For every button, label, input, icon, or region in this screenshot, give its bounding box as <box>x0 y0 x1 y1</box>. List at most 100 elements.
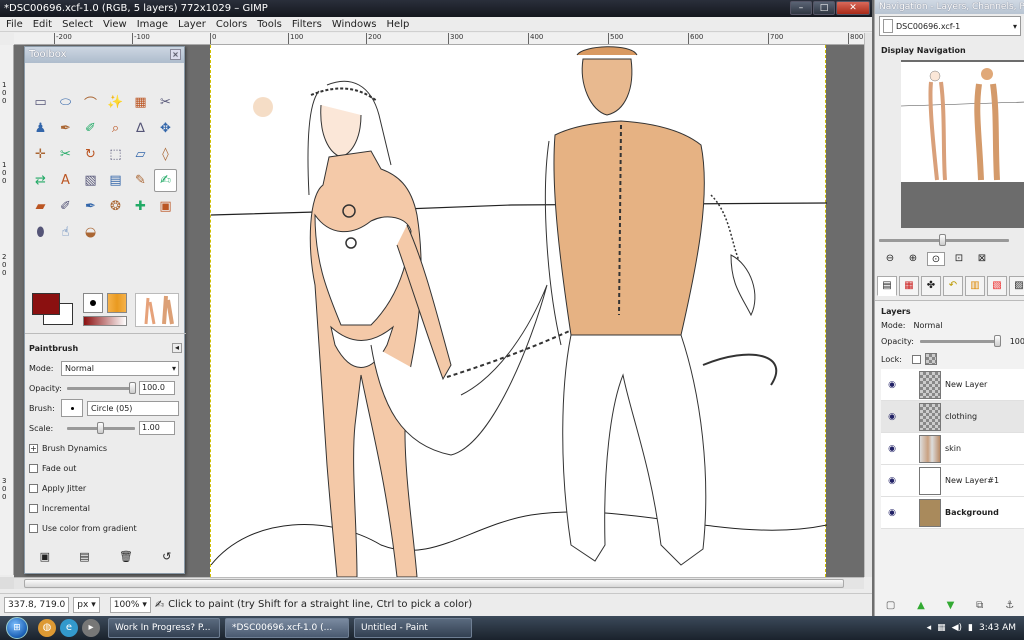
pattern-preview[interactable] <box>107 293 127 313</box>
menu-colors[interactable]: Colors <box>212 17 253 31</box>
brush-dynamics-expander[interactable]: Brush Dynamics <box>42 444 107 453</box>
task-gimp[interactable]: *DSC00696.xcf-1.0 (... <box>225 618 349 638</box>
panel-menu-icon[interactable]: ◂ <box>172 343 182 353</box>
eraser-tool-icon[interactable]: ▰ <box>29 195 52 218</box>
volume-icon[interactable]: ◀) <box>952 623 962 633</box>
layer-name[interactable]: New Layer <box>945 380 987 389</box>
new-layer-icon[interactable]: ▢ <box>886 600 895 616</box>
shear-tool-icon[interactable]: ▱ <box>129 143 152 166</box>
media-icon[interactable]: ▸ <box>82 619 100 637</box>
layer-thumbnail[interactable] <box>919 434 941 463</box>
blur-tool-icon[interactable]: ⬮ <box>29 221 52 244</box>
save-options-icon[interactable]: ▣ <box>40 550 50 563</box>
reset-options-icon[interactable]: ↺ <box>162 550 171 563</box>
blend-tool-icon[interactable]: ▤ <box>104 169 127 192</box>
brush-select-button[interactable] <box>61 399 83 417</box>
ink-tool-icon[interactable]: ✒ <box>79 195 102 218</box>
layer-row[interactable]: ◉ New Layer#1 <box>881 465 1024 497</box>
zoom-tool-icon[interactable]: ⌕ <box>104 117 127 140</box>
layer-name[interactable]: New Layer#1 <box>945 476 999 485</box>
tab-undo[interactable]: ↶ <box>943 276 963 296</box>
foreground-select-tool-icon[interactable]: ♟ <box>29 117 52 140</box>
navigation-zoom-slider[interactable] <box>879 234 1021 246</box>
clone-tool-icon[interactable]: ❂ <box>104 195 127 218</box>
move-tool-icon[interactable]: ✥ <box>154 117 177 140</box>
layer-row[interactable]: ◉ clothing <box>881 401 1024 433</box>
unit-select[interactable]: px ▾ <box>73 596 100 613</box>
tab-gradients[interactable]: ▧ <box>987 276 1007 296</box>
network-icon[interactable]: ▦ <box>937 623 946 633</box>
slider-handle[interactable] <box>993 335 1001 347</box>
scrollbar-thumb[interactable] <box>24 579 844 588</box>
horizontal-ruler[interactable]: -200 -100 0 100 200 300 400 500 600 700 … <box>14 33 864 45</box>
image-canvas[interactable] <box>210 45 828 577</box>
gradient-preview[interactable] <box>83 316 127 326</box>
navigation-preview[interactable] <box>900 60 1024 228</box>
power-icon[interactable]: ▮ <box>968 623 973 633</box>
scale-spinbox[interactable]: 1.00 <box>139 421 175 435</box>
toolbox-titlebar[interactable]: Toolbox × <box>25 47 184 63</box>
duplicate-layer-icon[interactable]: ⧉ <box>976 600 983 616</box>
airbrush-tool-icon[interactable]: ✐ <box>54 195 77 218</box>
color-picker-tool-icon[interactable]: ✐ <box>79 117 102 140</box>
layer-opacity-value[interactable]: 100 <box>1010 337 1024 346</box>
scissors-tool-icon[interactable]: ✂ <box>154 91 177 114</box>
maximize-button[interactable]: □ <box>813 1 835 15</box>
use-gradient-checkbox[interactable] <box>29 523 38 533</box>
menu-edit[interactable]: Edit <box>29 17 58 31</box>
scale-tool-icon[interactable]: ⬚ <box>104 143 127 166</box>
flip-tool-icon[interactable]: ⇄ <box>29 169 52 192</box>
window-titlebar[interactable]: *DSC00696.xcf-1.0 (RGB, 5 layers) 772x10… <box>0 0 872 17</box>
tray-arrow-icon[interactable]: ◂ <box>927 623 932 633</box>
color-select-tool-icon[interactable]: ▦ <box>129 91 152 114</box>
shrink-wrap-icon[interactable]: ⊠ <box>973 252 991 266</box>
text-tool-icon[interactable]: A <box>54 169 77 192</box>
pencil-tool-icon[interactable]: ✎ <box>129 169 152 192</box>
menu-view[interactable]: View <box>99 17 133 31</box>
rect-select-tool-icon[interactable]: ▭ <box>29 91 52 114</box>
slider-handle[interactable] <box>97 421 104 434</box>
zoom-one-icon[interactable]: ⊙ <box>927 252 945 266</box>
opacity-spinbox[interactable]: 100.0 <box>139 381 175 395</box>
apply-jitter-checkbox[interactable] <box>29 483 38 493</box>
zoom-in-icon[interactable]: ⊕ <box>904 252 922 266</box>
layer-name[interactable]: skin <box>945 444 961 453</box>
fuzzy-select-tool-icon[interactable]: ✨ <box>104 91 127 114</box>
anchor-layer-icon[interactable]: ⚓ <box>1005 600 1014 616</box>
visibility-eye-icon[interactable]: ◉ <box>881 412 903 422</box>
delete-options-icon[interactable]: 🗑 <box>119 550 133 563</box>
raise-layer-icon[interactable]: ▲ <box>917 600 925 616</box>
layer-row[interactable]: ◉ skin <box>881 433 1024 465</box>
layer-thumbnail[interactable] <box>919 466 941 495</box>
heal-tool-icon[interactable]: ✚ <box>129 195 152 218</box>
align-tool-icon[interactable]: ✛ <box>29 143 52 166</box>
tab-patterns[interactable]: ▥ <box>965 276 985 296</box>
clock[interactable]: 3:43 AM <box>979 623 1016 633</box>
layer-thumbnail[interactable] <box>919 370 941 399</box>
menu-tools[interactable]: Tools <box>253 17 288 31</box>
paintbrush-tool-icon[interactable]: ✍ <box>154 169 177 192</box>
layer-name[interactable]: clothing <box>945 412 977 421</box>
task-firefox[interactable]: Work In Progress? P... <box>108 618 220 638</box>
layer-name[interactable]: Background <box>945 508 999 517</box>
minimize-button[interactable]: – <box>790 1 812 15</box>
layer-thumbnail[interactable] <box>919 498 941 527</box>
visibility-eye-icon[interactable]: ◉ <box>881 380 903 390</box>
measure-tool-icon[interactable]: ∆ <box>129 117 152 140</box>
active-image-preview[interactable] <box>135 293 179 327</box>
perspective-clone-tool-icon[interactable]: ▣ <box>154 195 177 218</box>
free-select-tool-icon[interactable]: ⌒ <box>79 91 102 114</box>
zoom-select[interactable]: 100% ▾ <box>109 596 151 613</box>
ellipse-select-tool-icon[interactable]: ⬭ <box>54 91 77 114</box>
tab-brushes[interactable]: ▨ <box>1009 276 1024 296</box>
lower-layer-icon[interactable]: ▼ <box>947 600 955 616</box>
layer-thumbnail[interactable] <box>919 402 941 431</box>
foreground-color-swatch[interactable] <box>32 293 60 315</box>
brush-name-field[interactable]: Circle (05) <box>87 400 179 416</box>
slider-handle[interactable] <box>939 234 946 246</box>
layer-opacity-slider[interactable] <box>919 335 1001 347</box>
scale-slider[interactable] <box>67 421 135 434</box>
toolbox-close-button[interactable]: × <box>170 49 181 60</box>
vertical-ruler[interactable]: 100 100 200 300 <box>0 45 14 575</box>
task-paint[interactable]: Untitled - Paint <box>354 618 472 638</box>
